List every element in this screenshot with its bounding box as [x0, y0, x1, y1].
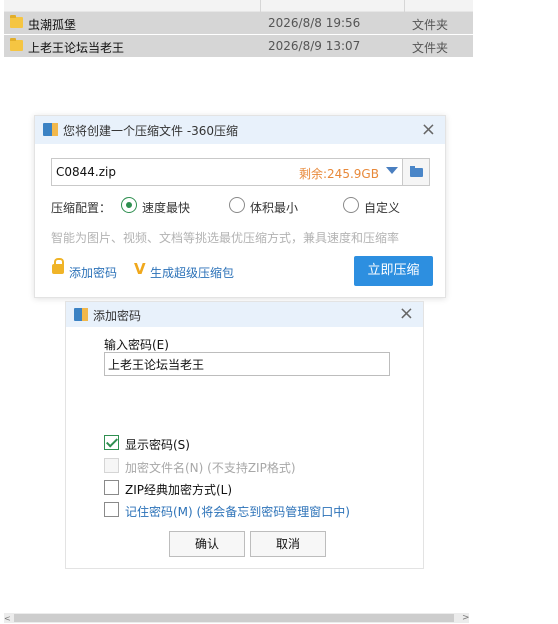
- free-space: 剩余:245.9GB: [299, 167, 379, 181]
- compress-hint: 智能为图片、视频、文档等挑选最优压缩方式，兼具速度和压缩率: [51, 231, 400, 245]
- encrypt-filename-label[interactable]: 加密文件名(N) (不支持ZIP格式): [125, 459, 296, 476]
- file-date: 2026/8/8 19:56: [268, 16, 361, 30]
- radio-fastest[interactable]: [121, 197, 137, 213]
- cancel-button[interactable]: 取消: [250, 531, 326, 557]
- column-separator[interactable]: [260, 0, 261, 12]
- page: 虫潮孤堡 2026/8/8 19:56 文件夹 上老王论坛当老王 2026/8/…: [0, 0, 558, 624]
- lock-icon: [52, 258, 64, 274]
- show-password-label[interactable]: 显示密码(S): [125, 436, 190, 453]
- scroll-left-icon[interactable]: <: [4, 614, 11, 623]
- folder-icon: [410, 166, 423, 177]
- radio-custom[interactable]: [343, 197, 359, 213]
- password-input[interactable]: [104, 352, 390, 376]
- password-dialog-titlebar[interactable]: 添加密码 ×: [66, 302, 423, 327]
- file-row[interactable]: 虫潮孤堡 2026/8/8 19:56 文件夹: [4, 12, 473, 34]
- file-row[interactable]: 上老王论坛当老王 2026/8/9 13:07 文件夹: [4, 35, 473, 57]
- file-name: 虫潮孤堡: [28, 18, 77, 32]
- encrypt-filename-checkbox[interactable]: [104, 458, 119, 473]
- file-type: 文件夹: [412, 41, 449, 55]
- zip-classic-label[interactable]: ZIP经典加密方式(L): [125, 481, 232, 498]
- compress-dialog: 您将创建一个压缩文件 -360压缩 × C0844.zip 剩余:245.9GB…: [34, 115, 446, 298]
- folder-icon: [10, 15, 23, 28]
- file-name: 上老王论坛当老王: [28, 41, 125, 55]
- radio-smallest[interactable]: [229, 197, 245, 213]
- vip-icon: V: [134, 260, 146, 278]
- radio-custom-label[interactable]: 自定义: [364, 199, 400, 216]
- compress-dialog-title: 您将创建一个压缩文件 -360压缩: [63, 124, 239, 138]
- password-dialog-title: 添加密码: [93, 309, 142, 323]
- remember-password-label[interactable]: 记住密码(M) (将会备忘到密码管理窗口中): [125, 503, 350, 520]
- browse-folder-button[interactable]: [402, 159, 429, 185]
- file-list: 虫潮孤堡 2026/8/8 19:56 文件夹 上老王论坛当老王 2026/8/…: [4, 0, 473, 58]
- add-password-link[interactable]: 添加密码: [69, 264, 117, 281]
- file-date: 2026/8/9 13:07: [268, 39, 361, 53]
- archive-icon: [43, 123, 58, 136]
- ok-button[interactable]: 确认: [169, 531, 245, 557]
- compress-now-button[interactable]: 立即压缩: [354, 256, 433, 286]
- password-input-label: 输入密码(E): [104, 338, 169, 352]
- file-type: 文件夹: [412, 18, 449, 32]
- radio-fastest-label[interactable]: 速度最快: [142, 199, 190, 216]
- close-icon[interactable]: ×: [399, 302, 414, 326]
- zip-classic-checkbox[interactable]: [104, 480, 119, 495]
- radio-smallest-label[interactable]: 体积最小: [250, 199, 298, 216]
- column-separator[interactable]: [404, 0, 405, 12]
- show-password-checkbox[interactable]: [104, 435, 119, 450]
- generate-package-link[interactable]: 生成超级压缩包: [150, 264, 234, 281]
- scrollbar-thumb[interactable]: [14, 614, 454, 622]
- password-dialog: 添加密码 × 输入密码(E) 显示密码(S) 加密文件名(N) (不支持ZIP格…: [65, 301, 424, 569]
- scroll-right-icon[interactable]: >: [462, 613, 470, 623]
- folder-icon: [10, 38, 23, 51]
- compress-config-label: 压缩配置：: [51, 201, 112, 215]
- archive-icon: [74, 308, 88, 321]
- remember-password-checkbox[interactable]: [104, 502, 119, 517]
- horizontal-scrollbar[interactable]: <: [4, 613, 469, 623]
- compress-dialog-titlebar[interactable]: 您将创建一个压缩文件 -360压缩 ×: [35, 116, 445, 144]
- close-icon[interactable]: ×: [421, 118, 436, 142]
- dropdown-arrow-icon[interactable]: [386, 167, 398, 174]
- archive-path-combo[interactable]: C0844.zip 剩余:245.9GB: [51, 158, 430, 186]
- archive-filename[interactable]: C0844.zip: [56, 165, 116, 179]
- file-list-header: [4, 0, 473, 12]
